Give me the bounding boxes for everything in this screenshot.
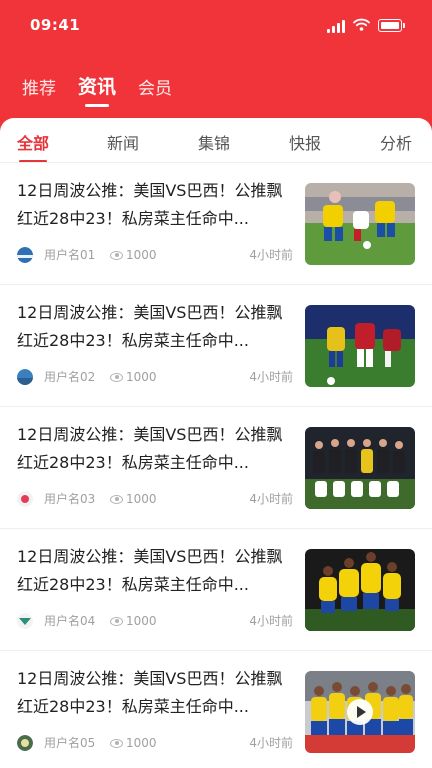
publish-time: 4小时前 — [249, 614, 293, 628]
avatar — [17, 369, 33, 385]
category-tab-4[interactable]: 分析 — [380, 130, 412, 154]
author-name: 用户名04 — [44, 614, 96, 628]
top-tabs: 推荐 资讯 会员 — [22, 72, 172, 105]
category-tabs: 全部 新闻 集锦 快报 分析 — [0, 118, 432, 162]
eye-icon — [110, 494, 123, 504]
eye-icon — [110, 372, 123, 382]
header: 09:41 推荐 资讯 会员 — [0, 0, 432, 134]
article-meta: 用户名05 1000 4小时前 — [17, 735, 293, 751]
article-title: 12日周波公推：美国VS巴西！公推飘红近28中23！私房菜主任命中... — [17, 181, 283, 228]
views: 1000 — [110, 735, 157, 751]
category-tab-2[interactable]: 集锦 — [198, 130, 230, 154]
top-tab-2[interactable]: 会员 — [138, 74, 172, 105]
publish-time: 4小时前 — [249, 370, 293, 384]
views: 1000 — [110, 613, 157, 629]
top-tab-0[interactable]: 推荐 — [22, 74, 56, 105]
eye-icon — [110, 250, 123, 260]
article-thumbnail[interactable] — [305, 427, 415, 509]
views: 1000 — [110, 491, 157, 507]
article-thumbnail[interactable] — [305, 671, 415, 753]
article-title: 12日周波公推：美国VS巴西！公推飘红近28中23！私房菜主任命中... — [17, 547, 283, 594]
article-thumbnail[interactable] — [305, 549, 415, 631]
signal-icon — [327, 19, 345, 33]
article-list: 12日周波公推：美国VS巴西！公推飘红近28中23！私房菜主任命中... 用户名0… — [0, 163, 432, 768]
list-item[interactable]: 12日周波公推：美国VS巴西！公推飘红近28中23！私房菜主任命中... 用户名0… — [0, 163, 432, 285]
category-tab-3[interactable]: 快报 — [289, 130, 321, 154]
article-meta: 用户名01 1000 4小时前 — [17, 247, 293, 263]
article-meta: 用户名03 1000 4小时前 — [17, 491, 293, 507]
wifi-icon — [353, 16, 370, 35]
article-title: 12日周波公推：美国VS巴西！公推飘红近28中23！私房菜主任命中... — [17, 425, 283, 472]
list-item[interactable]: 12日周波公推：美国VS巴西！公推飘红近28中23！私房菜主任命中... 用户名0… — [0, 651, 432, 768]
category-tab-1[interactable]: 新闻 — [107, 130, 139, 154]
view-count: 1000 — [126, 248, 157, 262]
article-title: 12日周波公推：美国VS巴西！公推飘红近28中23！私房菜主任命中... — [17, 303, 283, 350]
article-meta: 用户名02 1000 4小时前 — [17, 369, 293, 385]
content-panel: 全部 新闻 集锦 快报 分析 12日周波公推：美国VS巴西！公推飘红近28中23！私房菜… — [0, 118, 432, 768]
app-screen: 09:41 推荐 资讯 会员 全部 新闻 集锦 快报 分析 12日周波公推：美国VS巴西！公… — [0, 0, 432, 768]
author-name: 用户名03 — [44, 492, 96, 506]
author-name: 用户名01 — [44, 248, 96, 262]
article-thumbnail[interactable] — [305, 183, 415, 265]
top-tab-1[interactable]: 资讯 — [78, 72, 116, 105]
view-count: 1000 — [126, 492, 157, 506]
view-count: 1000 — [126, 736, 157, 750]
play-icon[interactable] — [347, 699, 373, 725]
publish-time: 4小时前 — [249, 736, 293, 750]
author-name: 用户名02 — [44, 370, 96, 384]
view-count: 1000 — [126, 614, 157, 628]
list-item[interactable]: 12日周波公推：美国VS巴西！公推飘红近28中23！私房菜主任命中... 用户名0… — [0, 529, 432, 651]
eye-icon — [110, 738, 123, 748]
status-icons — [327, 16, 405, 35]
view-count: 1000 — [126, 370, 157, 384]
article-title: 12日周波公推：美国VS巴西！公推飘红近28中23！私房菜主任命中... — [17, 669, 283, 716]
battery-icon — [378, 19, 405, 32]
list-item[interactable]: 12日周波公推：美国VS巴西！公推飘红近28中23！私房菜主任命中... 用户名0… — [0, 407, 432, 529]
views: 1000 — [110, 247, 157, 263]
status-bar: 09:41 — [0, 0, 432, 52]
views: 1000 — [110, 369, 157, 385]
publish-time: 4小时前 — [249, 492, 293, 506]
category-tab-0[interactable]: 全部 — [17, 130, 49, 154]
article-thumbnail[interactable] — [305, 305, 415, 387]
avatar — [17, 491, 33, 507]
avatar — [17, 247, 33, 263]
author-name: 用户名05 — [44, 736, 96, 750]
article-meta: 用户名04 1000 4小时前 — [17, 613, 293, 629]
status-time: 09:41 — [30, 16, 81, 34]
avatar — [17, 735, 33, 751]
avatar — [17, 613, 33, 629]
publish-time: 4小时前 — [249, 248, 293, 262]
list-item[interactable]: 12日周波公推：美国VS巴西！公推飘红近28中23！私房菜主任命中... 用户名0… — [0, 285, 432, 407]
eye-icon — [110, 616, 123, 626]
